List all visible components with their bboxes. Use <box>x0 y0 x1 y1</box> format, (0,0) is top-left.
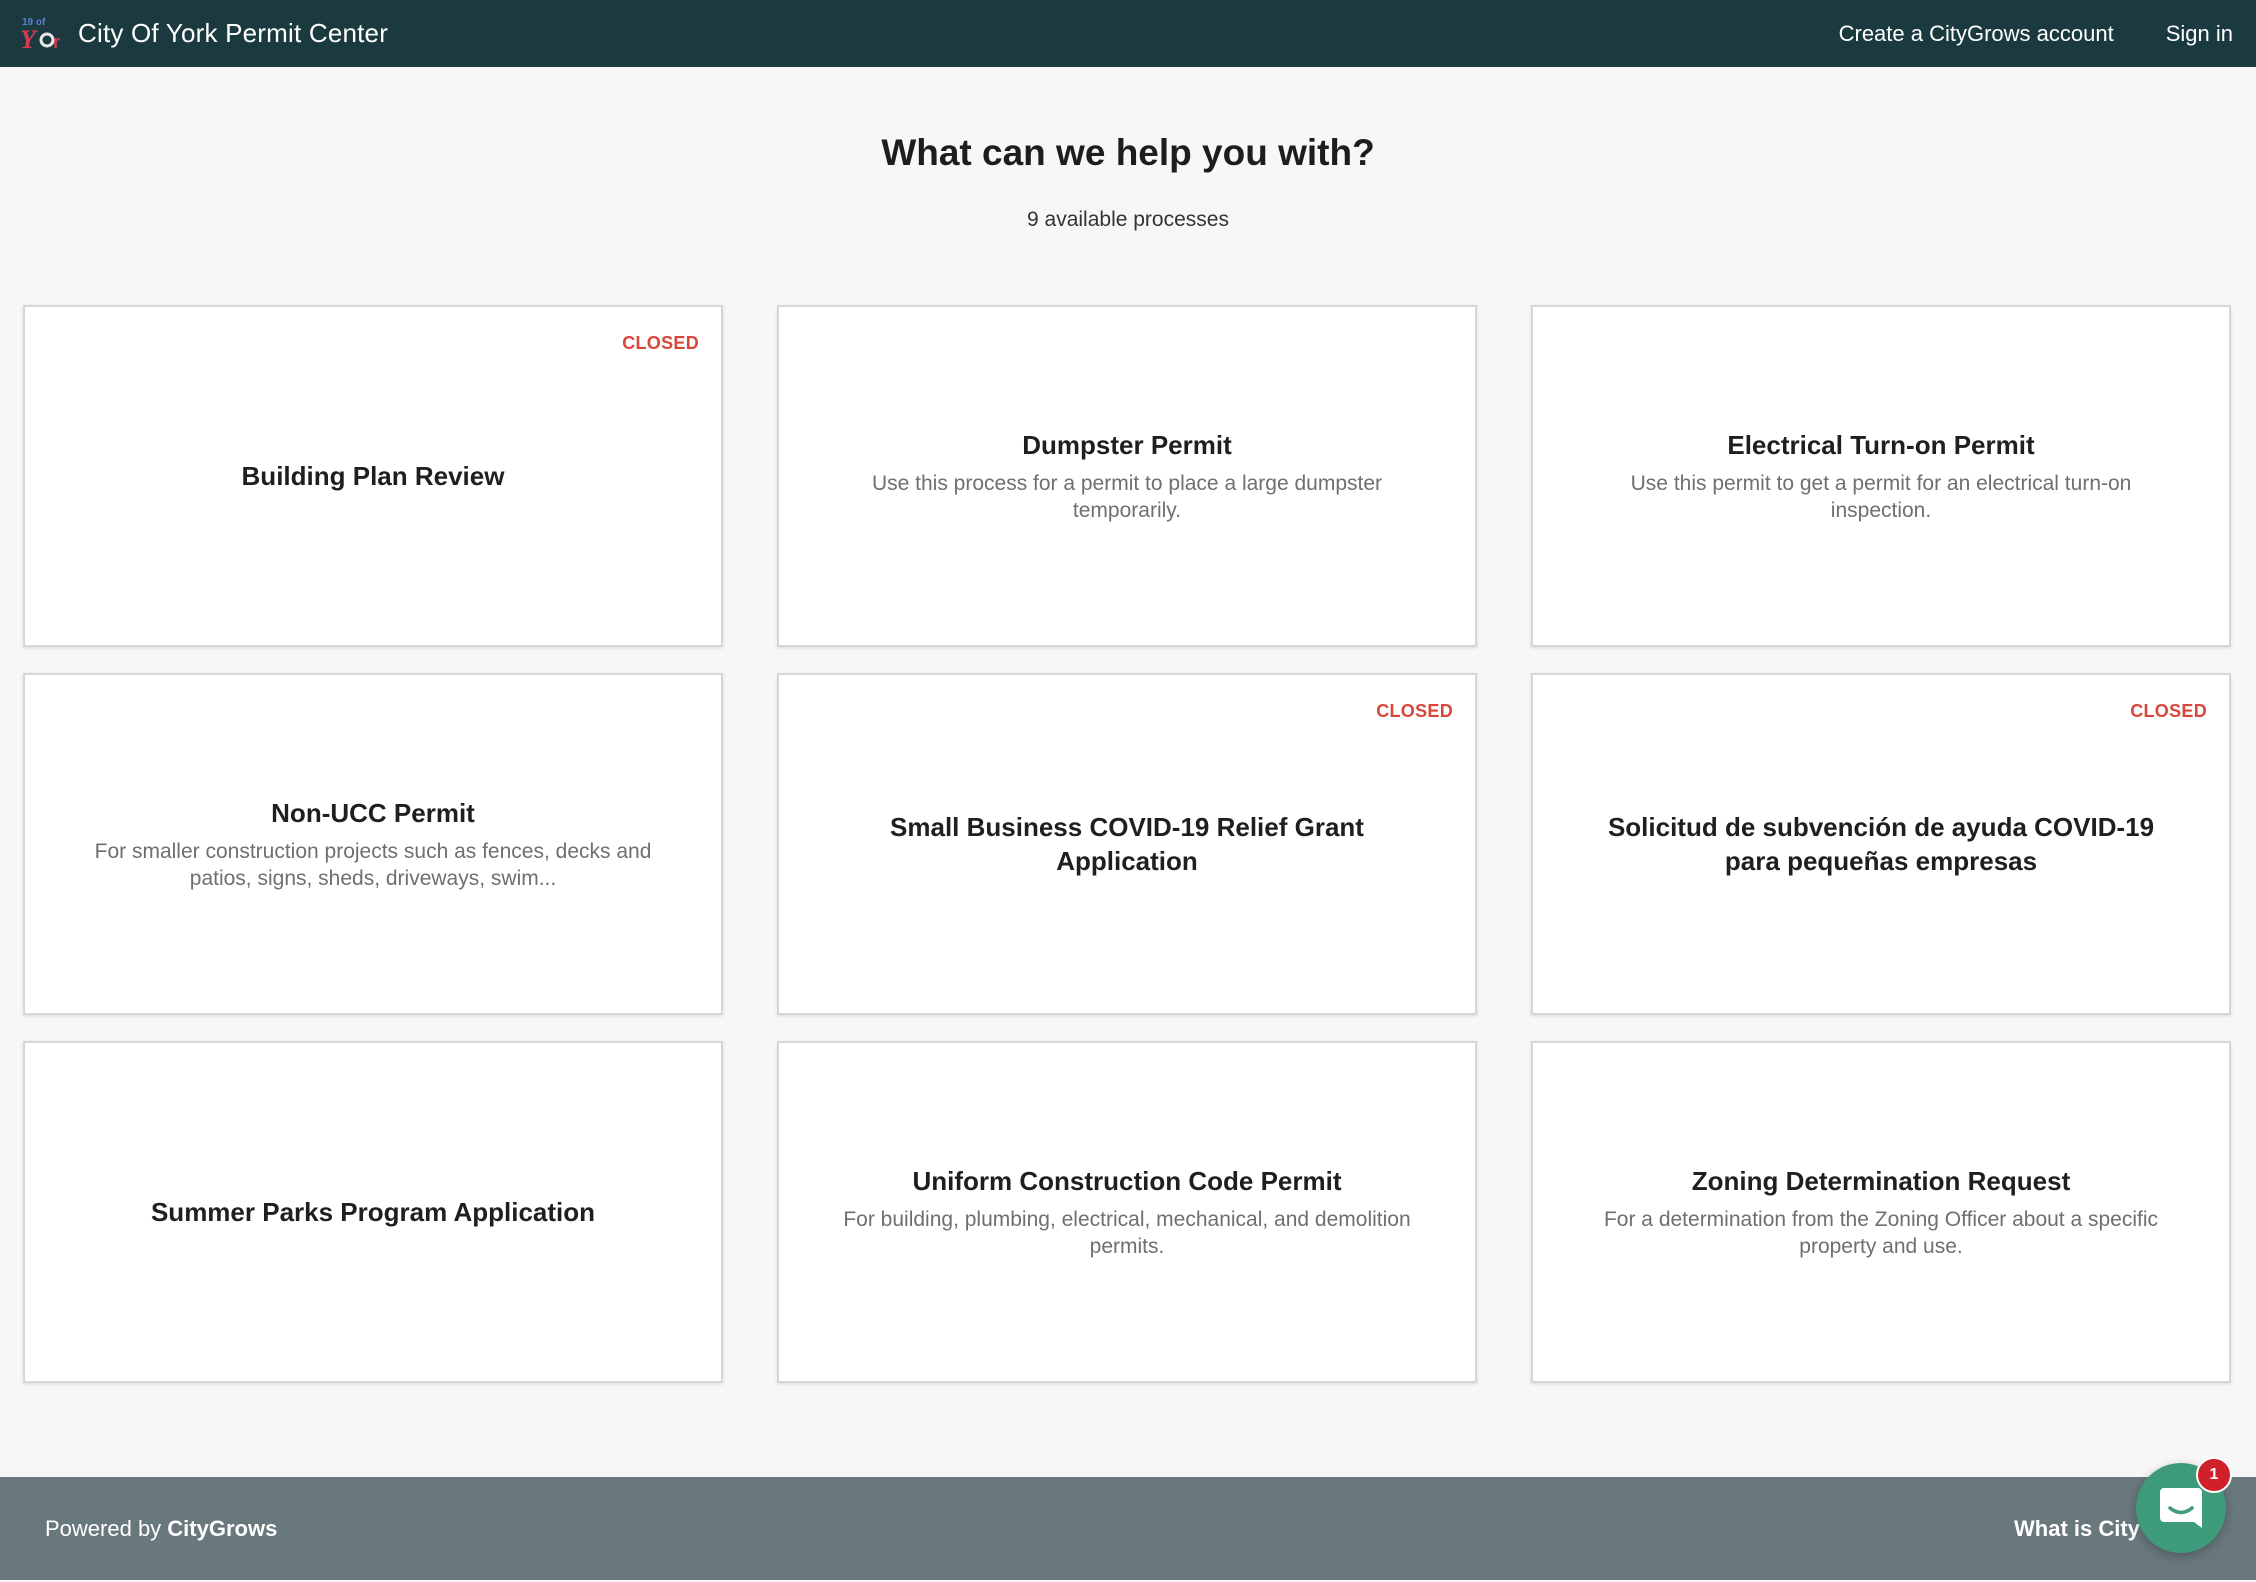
card-description: For building, plumbing, electrical, mech… <box>843 1208 1411 1258</box>
card-title: Uniform Construction Code Permit <box>912 1166 1342 1196</box>
card-description: Use this permit to get a permit for an e… <box>1630 472 2132 522</box>
process-card-electrical-turn-on-permit[interactable]: Electrical Turn-on Permit Use this permi… <box>1531 305 2231 647</box>
card-title: Non-UCC Permit <box>271 798 475 828</box>
sign-in-link[interactable]: Sign in <box>2166 21 2233 47</box>
card-title: Building Plan Review <box>241 461 505 491</box>
process-card-grid: CLOSED Building Plan Review Dumpster Per… <box>23 305 2233 1383</box>
card-description: For smaller construction projects such a… <box>94 840 652 890</box>
process-card-dumpster-permit[interactable]: Dumpster Permit Use this process for a p… <box>777 305 1477 647</box>
chat-launcher-button[interactable]: 1 <box>2136 1457 2232 1553</box>
powered-by-prefix: Powered by <box>45 1516 168 1541</box>
unread-count-badge: 1 <box>2196 1457 2232 1493</box>
page-footer: Powered by CityGrows What is City <box>0 1477 2256 1580</box>
create-account-link[interactable]: Create a CityGrows account <box>1839 21 2114 47</box>
citygrows-brand-link[interactable]: CityGrows <box>167 1516 277 1541</box>
process-count: 9 available processes <box>1027 208 1229 231</box>
card-title: Electrical Turn-on Permit <box>1727 430 2035 460</box>
card-title: Zoning Determination Request <box>1691 1166 2071 1196</box>
status-badge: CLOSED <box>1376 701 1453 721</box>
york-city-logo[interactable]: 19 of Y r <box>20 14 64 52</box>
status-badge: CLOSED <box>2130 701 2207 721</box>
svg-text:r: r <box>53 32 60 52</box>
process-card-building-plan-review[interactable]: CLOSED Building Plan Review <box>23 305 723 647</box>
card-description: For a determination from the Zoning Offi… <box>1603 1208 2159 1258</box>
card-title: Small Business COVID-19 Relief Grant App… <box>890 812 1364 876</box>
svg-text:Y: Y <box>20 25 38 52</box>
process-card-zoning-determination[interactable]: Zoning Determination Request For a deter… <box>1531 1041 2231 1383</box>
chat-bubble-icon <box>2160 1488 2202 1528</box>
top-nav-bar: 19 of Y r City Of York Permit Center Cre… <box>0 0 2256 67</box>
process-card-covid-relief-grant[interactable]: CLOSED Small Business COVID-19 Relief Gr… <box>777 673 1477 1015</box>
site-title[interactable]: City Of York Permit Center <box>78 0 388 67</box>
page-heading: What can we help you with? <box>881 132 1375 173</box>
process-card-non-ucc-permit[interactable]: Non-UCC Permit For smaller construction … <box>23 673 723 1015</box>
powered-by: Powered by CityGrows <box>45 1477 277 1580</box>
status-badge: CLOSED <box>622 333 699 353</box>
card-title: Solicitud de subvención de ayuda COVID-1… <box>1607 812 2155 876</box>
process-card-solicitud-covid[interactable]: CLOSED Solicitud de subvención de ayuda … <box>1531 673 2231 1015</box>
process-card-ucc-permit[interactable]: Uniform Construction Code Permit For bui… <box>777 1041 1477 1383</box>
process-card-summer-parks[interactable]: Summer Parks Program Application <box>23 1041 723 1383</box>
header-nav: Create a CityGrows account Sign in <box>1839 0 2233 67</box>
what-is-citygrows-link[interactable]: What is City <box>2014 1477 2140 1580</box>
card-title: Summer Parks Program Application <box>150 1197 596 1227</box>
card-description: Use this process for a permit to place a… <box>871 472 1383 522</box>
card-title: Dumpster Permit <box>1022 430 1232 460</box>
